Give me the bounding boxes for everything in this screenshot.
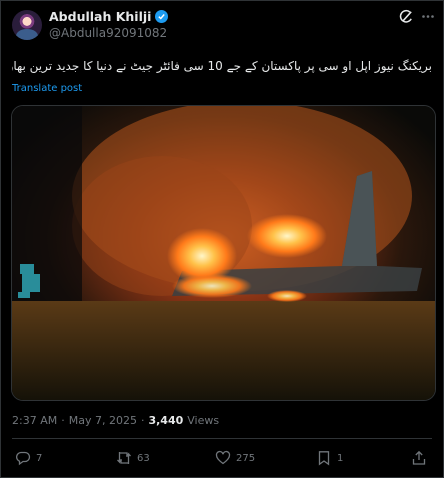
bookmark-button[interactable]: 1 <box>316 450 343 466</box>
like-count: 275 <box>236 452 256 464</box>
meta-separator: · <box>61 414 65 427</box>
bookmark-count: 1 <box>337 452 344 464</box>
like-button[interactable]: 275 <box>215 450 255 466</box>
avatar-shoulders <box>16 29 38 40</box>
divider <box>12 438 432 439</box>
repost-button[interactable]: 63 <box>116 450 150 466</box>
author-display-name[interactable]: Abdullah Khilji <box>49 9 151 24</box>
more-options-icon[interactable] <box>421 9 435 28</box>
share-button[interactable] <box>411 450 427 466</box>
reply-count: 7 <box>36 452 43 464</box>
reply-button[interactable]: 7 <box>15 450 42 466</box>
author-name-row[interactable]: Abdullah Khilji <box>49 9 169 24</box>
views-count: 3,440 <box>148 414 184 427</box>
post-text: بریکنگ نیوز اپل او سی پر پاکستان کے جے 1… <box>12 59 432 73</box>
burning-jet-image <box>12 106 435 400</box>
views-label: Views <box>187 414 220 427</box>
author-handle[interactable]: @Abdulla92091082 <box>49 26 167 40</box>
heart-icon <box>215 450 231 465</box>
post-time[interactable]: 2:37 AM <box>12 414 57 427</box>
bookmark-icon <box>318 451 330 466</box>
meta-separator-2: · <box>140 414 145 427</box>
post-date[interactable]: May 7, 2025 <box>69 414 137 427</box>
verified-badge-icon[interactable] <box>155 10 169 23</box>
post-meta: 2:37 AM · May 7, 2025 · 3,440 Views <box>12 414 219 427</box>
reply-icon <box>16 451 31 466</box>
grok-icon[interactable] <box>399 9 414 28</box>
post-media-photo[interactable] <box>11 105 436 401</box>
repost-count: 63 <box>137 452 150 464</box>
action-bar: 7 63 275 1 <box>0 450 444 472</box>
share-icon <box>412 450 426 465</box>
translate-post-link[interactable]: Translate post <box>12 83 82 94</box>
repost-icon <box>117 452 131 464</box>
avatar[interactable] <box>12 10 42 40</box>
